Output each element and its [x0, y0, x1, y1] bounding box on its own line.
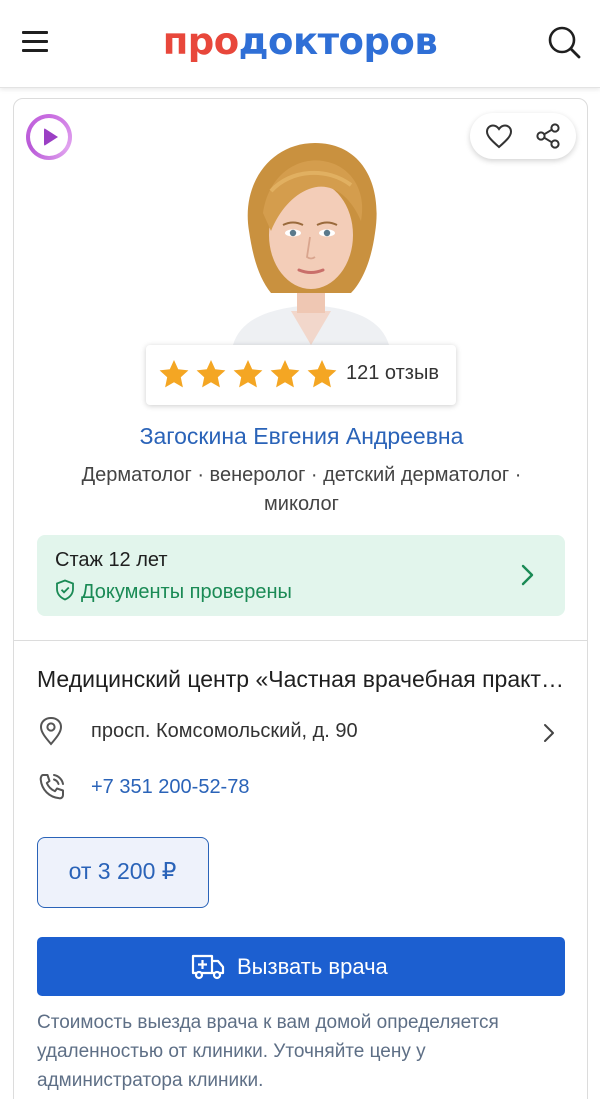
doctor-photo[interactable]: [211, 133, 411, 345]
documents-verified: Документы проверены: [55, 579, 292, 604]
star-icon: [270, 360, 300, 388]
clinic-phone: +7 351 200-52-78: [91, 776, 250, 798]
call-doctor-label: Вызвать врача: [237, 954, 388, 979]
experience-documents-panel[interactable]: Стаж 12 лет Документы проверены: [37, 535, 565, 616]
star-icon: [196, 360, 226, 388]
rating-stars: [158, 358, 343, 390]
share-icon[interactable]: [534, 122, 562, 150]
clinic-address-row[interactable]: просп. Комсомольский, д. 90: [37, 714, 567, 750]
doctor-card: 121 отзыв Загоскина Евгения Андреевна Де…: [13, 98, 588, 1099]
shield-check-icon: [56, 579, 74, 601]
rating-box: 121 отзыв: [146, 345, 456, 405]
call-doctor-button[interactable]: Вызвать врача: [37, 937, 565, 996]
price-option[interactable]: от 3 200 ₽: [37, 837, 209, 908]
card-actions: [470, 113, 576, 159]
site-logo[interactable]: продокторов: [0, 20, 600, 63]
reviews-count-link[interactable]: 121 отзыв: [346, 362, 439, 385]
chevron-right-icon: [520, 563, 536, 587]
top-header: продокторов: [0, 0, 600, 88]
location-pin-icon: [37, 716, 65, 746]
documents-verified-label: Документы проверены: [81, 581, 292, 603]
star-icon: [307, 360, 337, 388]
logo-part-pro: про: [162, 20, 239, 63]
logo-part-doktorov: докторов: [238, 20, 438, 63]
doctor-specialties: Дерматолог · венеролог · детский дермато…: [81, 464, 522, 515]
favorite-heart-icon[interactable]: [485, 123, 513, 149]
clinic-address: просп. Комсомольский, д. 90: [91, 720, 358, 742]
doctor-name[interactable]: Загоскина Евгения Андреевна: [14, 423, 587, 450]
ambulance-icon: [191, 952, 225, 980]
section-divider: [14, 640, 587, 641]
star-icon: [159, 360, 189, 388]
search-icon[interactable]: [546, 24, 582, 60]
phone-call-icon: [37, 772, 67, 802]
home-visit-note: Стоимость выезда врача к вам домой опред…: [37, 1012, 499, 1091]
play-icon: [30, 118, 68, 156]
clinic-phone-row[interactable]: +7 351 200-52-78: [37, 770, 337, 806]
chevron-right-icon: [542, 722, 556, 744]
video-play-button[interactable]: [26, 114, 72, 160]
price-label: от 3 200 ₽: [68, 858, 177, 884]
experience-label: Стаж 12 лет: [55, 549, 168, 571]
clinic-name[interactable]: Медицинский центр «Частная врачебная пра…: [37, 666, 567, 693]
star-icon: [233, 360, 263, 388]
